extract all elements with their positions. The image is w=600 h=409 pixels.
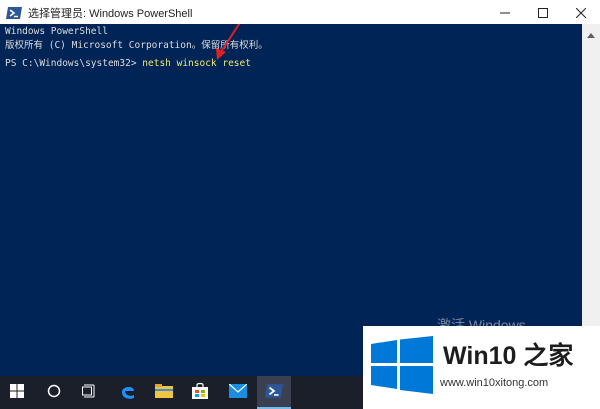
close-icon xyxy=(575,3,587,22)
powershell-icon xyxy=(265,383,283,403)
mail-button[interactable] xyxy=(221,376,255,409)
start-button[interactable] xyxy=(0,376,34,409)
store-icon xyxy=(191,382,209,404)
edge-icon xyxy=(119,382,137,404)
maximize-icon xyxy=(538,3,548,22)
vertical-scrollbar[interactable] xyxy=(582,24,600,376)
windows-start-icon xyxy=(10,383,24,402)
scroll-up-button[interactable] xyxy=(582,24,600,40)
minimize-button[interactable] xyxy=(486,0,524,24)
minimize-icon xyxy=(500,3,510,22)
powershell-taskbar-button[interactable] xyxy=(257,376,291,409)
edge-button[interactable] xyxy=(111,376,145,409)
title-bar[interactable]: 选择管理员: Windows PowerShell xyxy=(0,0,600,24)
maximize-button[interactable] xyxy=(524,0,562,24)
chevron-up-icon xyxy=(587,23,595,42)
window-title: 选择管理员: Windows PowerShell xyxy=(28,8,193,20)
cortana-search-icon xyxy=(47,383,61,402)
powershell-icon xyxy=(6,5,22,24)
logo-url: www.win10xitong.com xyxy=(440,377,549,389)
task-view-button[interactable] xyxy=(72,376,106,409)
mail-icon xyxy=(228,383,248,402)
task-view-icon xyxy=(82,383,96,402)
powershell-window: 选择管理员: Windows PowerShell Windows PowerS… xyxy=(0,0,600,376)
win10-logo-watermark: Win10 之家 www.win10xitong.com xyxy=(363,326,600,409)
file-explorer-icon xyxy=(155,383,173,403)
cortana-button[interactable] xyxy=(37,376,71,409)
file-explorer-button[interactable] xyxy=(147,376,181,409)
logo-text: Win10 之家 xyxy=(443,342,574,370)
close-button[interactable] xyxy=(562,0,600,24)
windows-logo-icon xyxy=(371,336,433,398)
store-button[interactable] xyxy=(183,376,217,409)
